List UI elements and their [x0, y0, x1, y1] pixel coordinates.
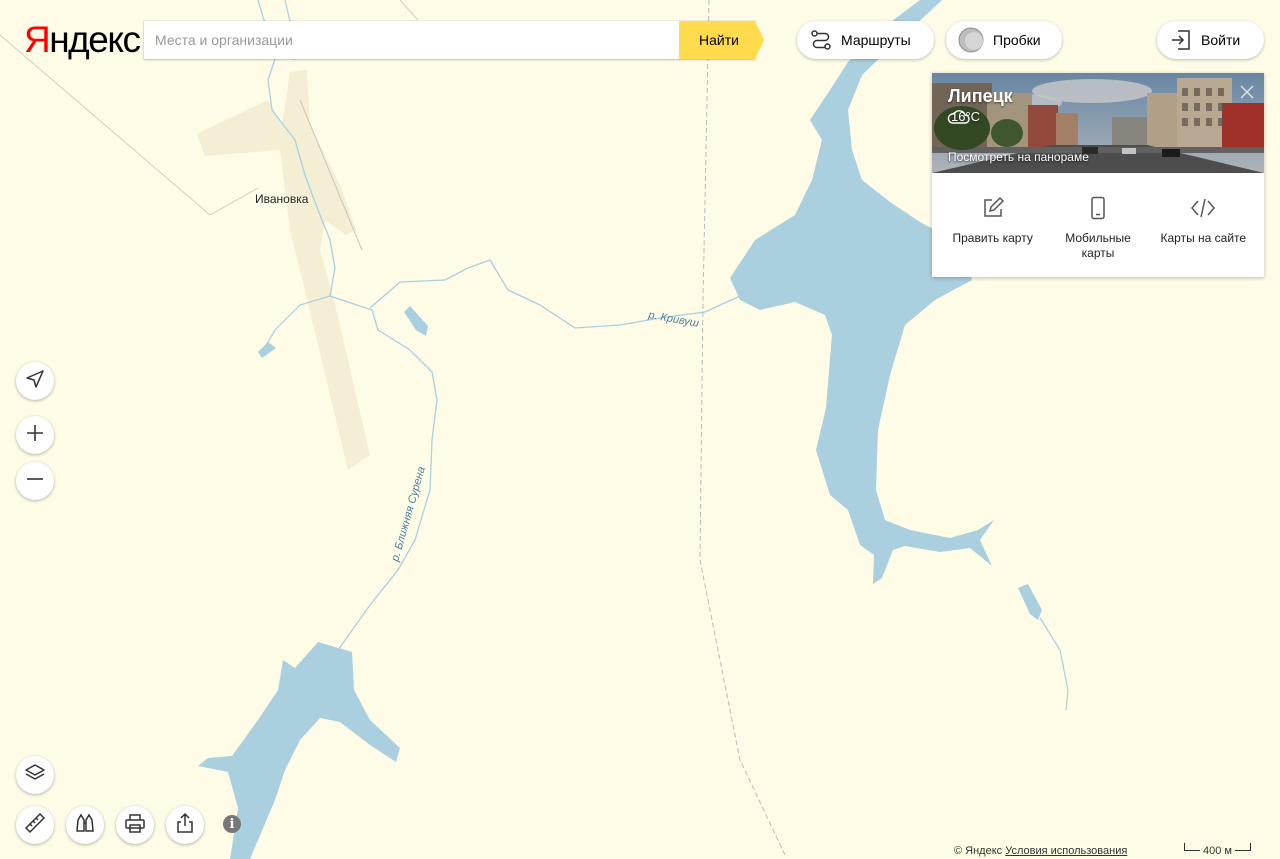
weather: 16°C	[946, 109, 980, 124]
ruler-icon	[23, 811, 47, 840]
scale-bar: 400 м	[1184, 843, 1256, 857]
scale-bar-right	[1234, 843, 1251, 851]
traffic-icon	[958, 27, 984, 53]
edit-map-button[interactable]: Править карту	[943, 195, 1043, 261]
zoom-out-icon	[25, 469, 45, 494]
panorama-button[interactable]	[66, 806, 104, 844]
route-icon	[810, 29, 832, 51]
search-input[interactable]	[144, 21, 679, 59]
pencil-icon	[981, 195, 1005, 221]
terms-link[interactable]: Условия использования	[1005, 845, 1127, 857]
maps-on-site-label: Карты на сайте	[1160, 231, 1247, 245]
copyright: © Яндекс Условия использования	[952, 845, 1130, 857]
scale-bar-left	[1184, 843, 1200, 851]
scale-label: 400 м	[1203, 845, 1232, 857]
traffic-button[interactable]: Пробки	[946, 21, 1062, 59]
place-label-ivanovka: Ивановка	[255, 192, 309, 206]
city-info-card: Липецк 16°C Посмотреть на панораме Прави…	[932, 73, 1264, 277]
layers-icon	[24, 762, 46, 789]
ruler-button[interactable]	[16, 806, 54, 844]
share-icon	[174, 812, 196, 839]
zoom-out-button[interactable]	[16, 462, 54, 500]
login-icon	[1170, 29, 1192, 51]
mobile-maps-label: Мобильные карты	[1065, 231, 1131, 260]
search-bar: Найти	[144, 21, 764, 59]
print-button[interactable]	[116, 806, 154, 844]
logo-first-letter: Я	[24, 19, 51, 60]
edit-map-label: Править карту	[952, 231, 1033, 245]
layers-button[interactable]	[16, 756, 54, 794]
code-icon	[1190, 195, 1216, 221]
info-icon[interactable]: i	[223, 815, 241, 833]
mobile-maps-button[interactable]: Мобильные карты	[1048, 195, 1148, 261]
login-button[interactable]: Войти	[1157, 21, 1264, 59]
close-icon[interactable]	[1240, 85, 1254, 99]
zoom-in-button[interactable]	[16, 416, 54, 454]
panorama-icon	[73, 811, 97, 840]
yandex-logo[interactable]: Яндекс	[24, 19, 141, 60]
geolocation-button[interactable]	[16, 362, 54, 400]
login-label: Войти	[1201, 32, 1241, 48]
zoom-in-icon	[25, 423, 45, 448]
search-button[interactable]: Найти	[679, 21, 764, 59]
copyright-text: © Яндекс	[954, 845, 1003, 857]
logo-rest: ндекс	[49, 19, 141, 60]
maps-on-site-button[interactable]: Карты на сайте	[1153, 195, 1253, 261]
card-actions: Править карту Мобильные карты Карты на с…	[932, 173, 1264, 261]
phone-icon	[1090, 195, 1106, 221]
city-panorama-photo[interactable]: Липецк 16°C Посмотреть на панораме	[932, 73, 1264, 173]
traffic-label: Пробки	[993, 32, 1041, 48]
routes-label: Маршруты	[841, 32, 911, 48]
city-name: Липецк	[948, 86, 1013, 106]
print-icon	[124, 812, 146, 839]
geolocation-icon	[25, 369, 45, 394]
share-button[interactable]	[166, 806, 204, 844]
panorama-link[interactable]: Посмотреть на панораме	[948, 150, 1089, 164]
routes-button[interactable]: Маршруты	[797, 21, 934, 59]
